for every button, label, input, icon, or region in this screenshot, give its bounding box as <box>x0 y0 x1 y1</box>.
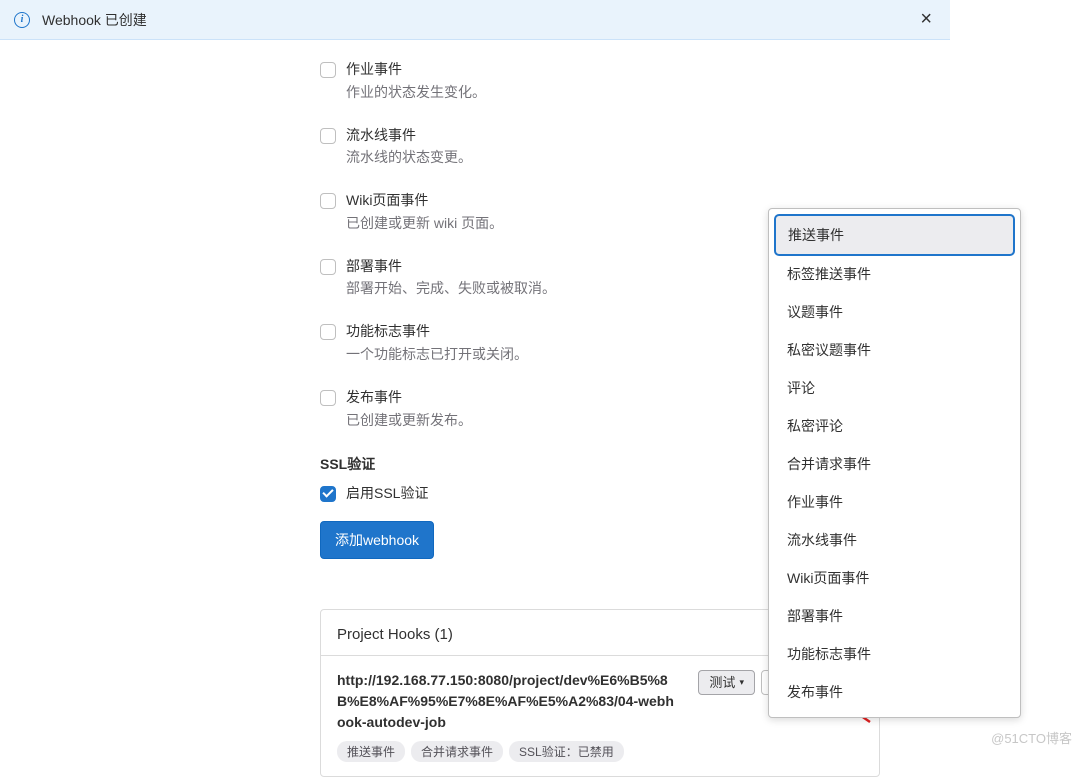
test-button[interactable]: 测试 ▾ <box>698 670 755 695</box>
tag-ssl-disabled: SSL验证：已禁用 <box>509 741 624 762</box>
alert-banner: i Webhook 已创建 × <box>0 0 950 40</box>
hook-tags: 推送事件 合并请求事件 SSL验证：已禁用 <box>337 741 678 762</box>
checkbox-label: 作业事件 <box>346 60 402 80</box>
checkbox-job-events[interactable] <box>320 62 336 78</box>
checkbox-deployment-events[interactable] <box>320 259 336 275</box>
test-button-label: 测试 <box>709 676 735 689</box>
checkbox-wiki-events[interactable] <box>320 193 336 209</box>
dropdown-item-tag-push-events[interactable]: 标签推送事件 <box>775 255 1014 293</box>
dropdown-item-confidential-issue-events[interactable]: 私密议题事件 <box>775 331 1014 369</box>
trigger-pipeline-events: 流水线事件 流水线的状态变更。 <box>320 126 950 168</box>
dropdown-item-comment-events[interactable]: 评论 <box>775 369 1014 407</box>
checkbox-label: 功能标志事件 <box>346 322 430 342</box>
hook-info: http://192.168.77.150:8080/project/dev%E… <box>337 670 678 762</box>
checkbox-feature-flag-events[interactable] <box>320 324 336 340</box>
checkbox-desc: 流水线的状态变更。 <box>346 147 950 167</box>
watermark: @51CTO博客 <box>991 728 1072 747</box>
dropdown-item-deployment-events[interactable]: 部署事件 <box>775 597 1014 635</box>
checkbox-label: 部署事件 <box>346 257 402 277</box>
close-icon[interactable]: × <box>916 8 936 31</box>
chevron-down-icon: ▾ <box>739 678 744 687</box>
dropdown-item-push-events[interactable]: 推送事件 <box>775 215 1014 255</box>
checkbox-label: 流水线事件 <box>346 126 416 146</box>
add-webhook-button[interactable]: 添加webhook <box>320 521 434 559</box>
dropdown-item-confidential-comment-events[interactable]: 私密评论 <box>775 407 1014 445</box>
checkbox-label: Wiki页面事件 <box>346 191 428 211</box>
dropdown-item-feature-flag-events[interactable]: 功能标志事件 <box>775 635 1014 673</box>
checkbox-label: 启用SSL验证 <box>346 484 428 504</box>
dropdown-item-pipeline-events[interactable]: 流水线事件 <box>775 521 1014 559</box>
dropdown-item-merge-request-events[interactable]: 合并请求事件 <box>775 445 1014 483</box>
dropdown-item-job-events[interactable]: 作业事件 <box>775 483 1014 521</box>
checkbox-release-events[interactable] <box>320 390 336 406</box>
checkbox-pipeline-events[interactable] <box>320 128 336 144</box>
checkbox-ssl-verify[interactable] <box>320 486 336 502</box>
hook-url: http://192.168.77.150:8080/project/dev%E… <box>337 670 678 733</box>
tag-merge-request-events: 合并请求事件 <box>411 741 503 762</box>
alert-left: i Webhook 已创建 <box>14 10 147 30</box>
test-dropdown-menu: 推送事件 标签推送事件 议题事件 私密议题事件 评论 私密评论 合并请求事件 作… <box>768 208 1021 718</box>
dropdown-item-release-events[interactable]: 发布事件 <box>775 673 1014 711</box>
checkbox-desc: 作业的状态发生变化。 <box>346 82 950 102</box>
tag-push-events: 推送事件 <box>337 741 405 762</box>
dropdown-item-issue-events[interactable]: 议题事件 <box>775 293 1014 331</box>
alert-text: Webhook 已创建 <box>42 10 147 30</box>
info-icon: i <box>14 12 30 28</box>
trigger-job-events: 作业事件 作业的状态发生变化。 <box>320 60 950 102</box>
checkbox-label: 发布事件 <box>346 388 402 408</box>
dropdown-item-wiki-events[interactable]: Wiki页面事件 <box>775 559 1014 597</box>
